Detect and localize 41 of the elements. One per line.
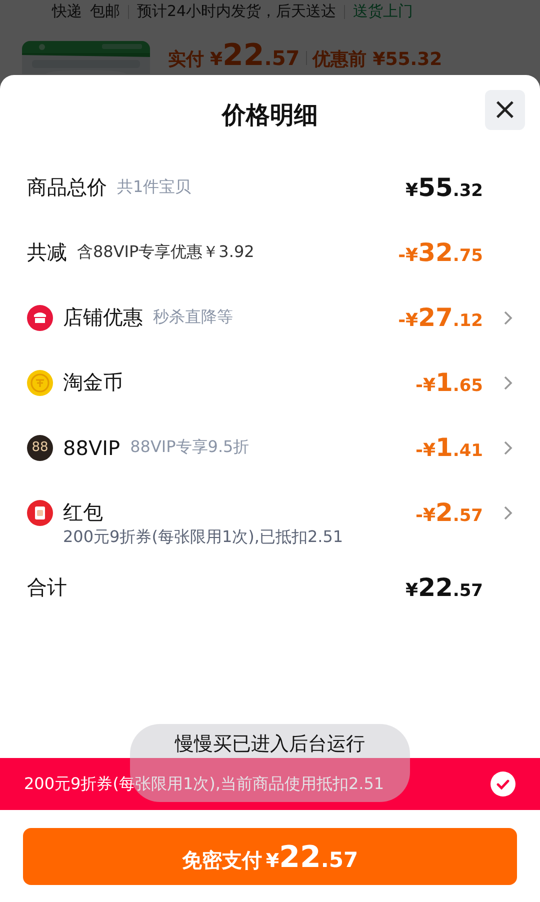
row-label: 红包	[63, 499, 103, 526]
delivery-tag: 送货上门	[353, 2, 414, 21]
chevron-right-icon	[503, 310, 513, 326]
chevron-right-icon	[503, 440, 513, 456]
row-note: 秒杀直降等	[153, 307, 233, 328]
amount: -¥27.12	[398, 303, 483, 332]
checkbox[interactable]	[490, 771, 516, 797]
coupon-text: 200元9折券(每张限用1次),当前商品使用抵扣2.51	[24, 774, 384, 794]
row-label: 店铺优惠	[63, 304, 143, 331]
original-label: 优惠前	[312, 51, 367, 69]
amount: -¥1.65	[415, 368, 483, 397]
paid-label: 实付	[168, 51, 204, 69]
shipping-text: 快递	[52, 2, 82, 21]
paid-price: ¥22.57	[210, 41, 300, 71]
amount: ¥55.32	[406, 173, 483, 202]
sheet-title: 价格明细	[222, 100, 318, 131]
row-detail: 200元9折券(每张限用1次),已抵扣2.51	[62, 527, 344, 548]
close-button[interactable]: ×	[485, 90, 525, 130]
original-price: ¥55.32	[372, 51, 442, 69]
row-note: 88VIP专享9.5折	[130, 437, 250, 458]
row-note: 共1件宝贝	[117, 177, 192, 198]
coupon-bar[interactable]: 200元9折券(每张限用1次),当前商品使用抵扣2.51	[0, 758, 540, 810]
row-note: 含88VIP专享优惠￥3.92	[77, 242, 254, 263]
coin-icon	[27, 370, 53, 396]
row-label: 合计	[27, 574, 67, 601]
chevron-right-icon	[503, 374, 513, 390]
amount: -¥2.57	[415, 498, 483, 527]
amount: ¥22.57	[406, 573, 483, 602]
vip-badge-icon: 88	[27, 434, 53, 460]
shipping-text: 包邮	[90, 2, 120, 21]
row-label: 淘金币	[63, 369, 123, 396]
amount: -¥32.75	[398, 238, 483, 267]
row-label: 商品总价	[27, 174, 107, 201]
store-icon	[27, 304, 53, 330]
envelope-icon	[27, 500, 53, 526]
row-label: 88VIP	[63, 436, 120, 460]
amount: -¥1.41	[415, 433, 483, 462]
pay-button[interactable]: 免密支付 ¥22.57	[23, 828, 517, 884]
chevron-right-icon	[503, 504, 513, 520]
row-label: 共减	[27, 239, 67, 266]
shipping-text: 预计24小时内发货，后天送达	[137, 2, 336, 21]
